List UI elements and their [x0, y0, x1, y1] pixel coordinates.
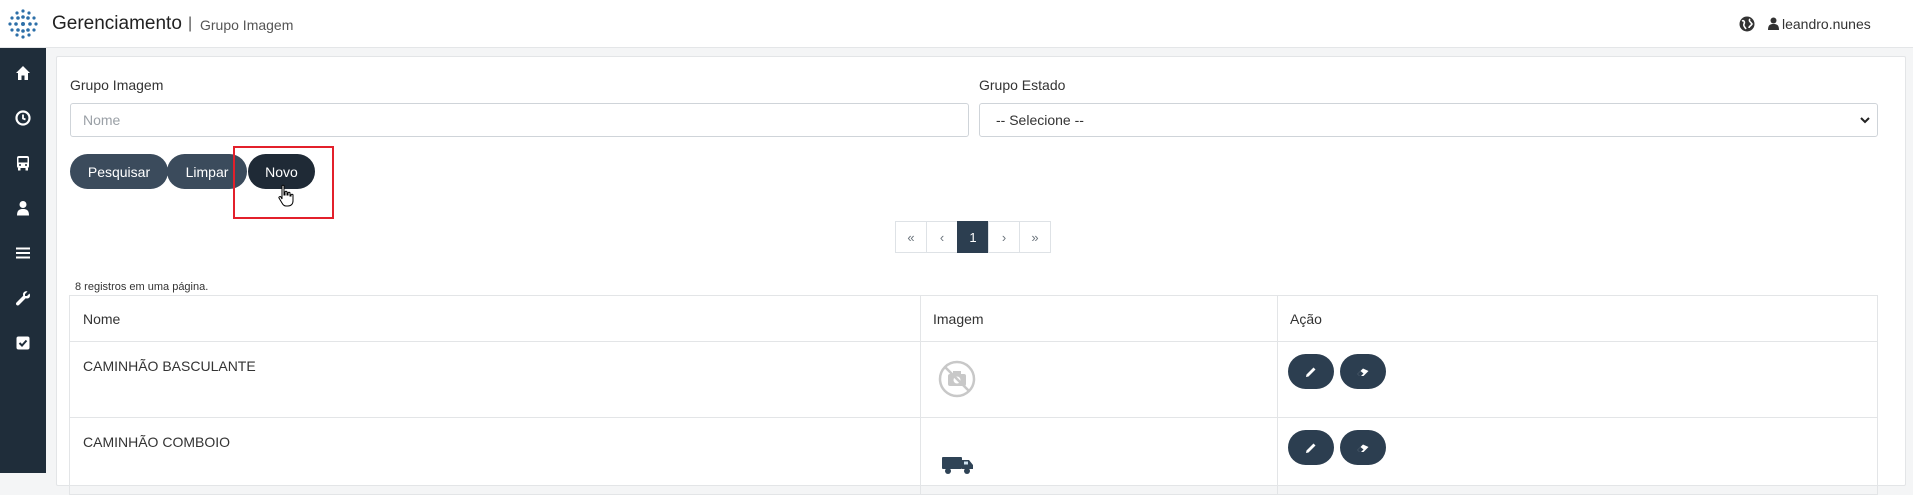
edit-button[interactable] [1288, 354, 1334, 389]
results-table: Nome Imagem Ação CAMINHÃO BASCULANTE CAM… [69, 295, 1878, 495]
edit-button[interactable] [1288, 430, 1334, 465]
clock-icon [15, 110, 31, 126]
table-row: CAMINHÃO COMBOIO [70, 418, 1877, 494]
top-bar: Gerenciamento | Grupo Imagem leandro.nun… [0, 0, 1913, 48]
pagination-last[interactable]: » [1019, 221, 1051, 253]
eraser-icon [1357, 444, 1369, 452]
table-row: CAMINHÃO BASCULANTE [70, 342, 1877, 418]
logo-icon[interactable] [6, 7, 40, 41]
user-icon[interactable] [1768, 17, 1779, 30]
sidebar-item-tasks[interactable] [13, 333, 33, 353]
record-count: 8 registros em uma página. [75, 281, 209, 293]
title-separator: | [188, 15, 193, 32]
menu-icon [16, 247, 30, 259]
pagination-page-1[interactable]: 1 [957, 221, 989, 253]
row-nome: CAMINHÃO COMBOIO [83, 434, 231, 450]
bus-icon [17, 156, 29, 171]
table-header-row: Nome Imagem Ação [70, 296, 1877, 342]
wrench-icon [15, 291, 31, 306]
grupo-imagem-label: Grupo Imagem [70, 77, 164, 93]
pesquisar-button[interactable]: Pesquisar [70, 154, 168, 189]
grupo-estado-select[interactable]: -- Selecione -- [979, 103, 1878, 137]
chevron-down-icon [1860, 117, 1870, 124]
pagination: « ‹ 1 › » [895, 221, 1051, 253]
page-subtitle: Grupo Imagem [200, 17, 294, 33]
grupo-estado-label: Grupo Estado [979, 77, 1066, 93]
user-name[interactable]: leandro.nunes [1782, 16, 1871, 32]
grupo-estado-selected: -- Selecione -- [996, 112, 1084, 128]
hand-cursor-icon [278, 184, 294, 207]
sidebar-item-tools[interactable] [13, 288, 33, 308]
no-image-icon [938, 360, 976, 398]
highlight-box [233, 146, 334, 219]
delete-button[interactable] [1340, 354, 1386, 389]
user-icon [17, 201, 29, 216]
grupo-imagem-input[interactable] [70, 103, 969, 137]
app-title[interactable]: Gerenciamento [52, 13, 182, 35]
sidebar-item-history[interactable] [13, 108, 33, 128]
eraser-icon [1357, 368, 1369, 376]
pencil-icon [1306, 443, 1316, 453]
sidebar [0, 48, 46, 473]
sidebar-item-bus[interactable] [13, 153, 33, 173]
pagination-next[interactable]: › [988, 221, 1020, 253]
column-header-imagem: Imagem [933, 311, 984, 327]
pencil-icon [1306, 367, 1316, 377]
pagination-first[interactable]: « [895, 221, 927, 253]
home-icon [16, 66, 30, 80]
delete-button[interactable] [1340, 430, 1386, 465]
sidebar-item-user[interactable] [13, 198, 33, 218]
globe-icon[interactable] [1739, 16, 1755, 32]
column-header-nome: Nome [83, 311, 121, 327]
row-nome: CAMINHÃO BASCULANTE [83, 358, 256, 374]
column-header-acao: Ação [1290, 311, 1322, 327]
sidebar-item-menu[interactable] [13, 243, 33, 263]
sidebar-item-home[interactable] [13, 63, 33, 83]
checkbox-icon [16, 336, 30, 350]
pagination-prev[interactable]: ‹ [926, 221, 958, 253]
